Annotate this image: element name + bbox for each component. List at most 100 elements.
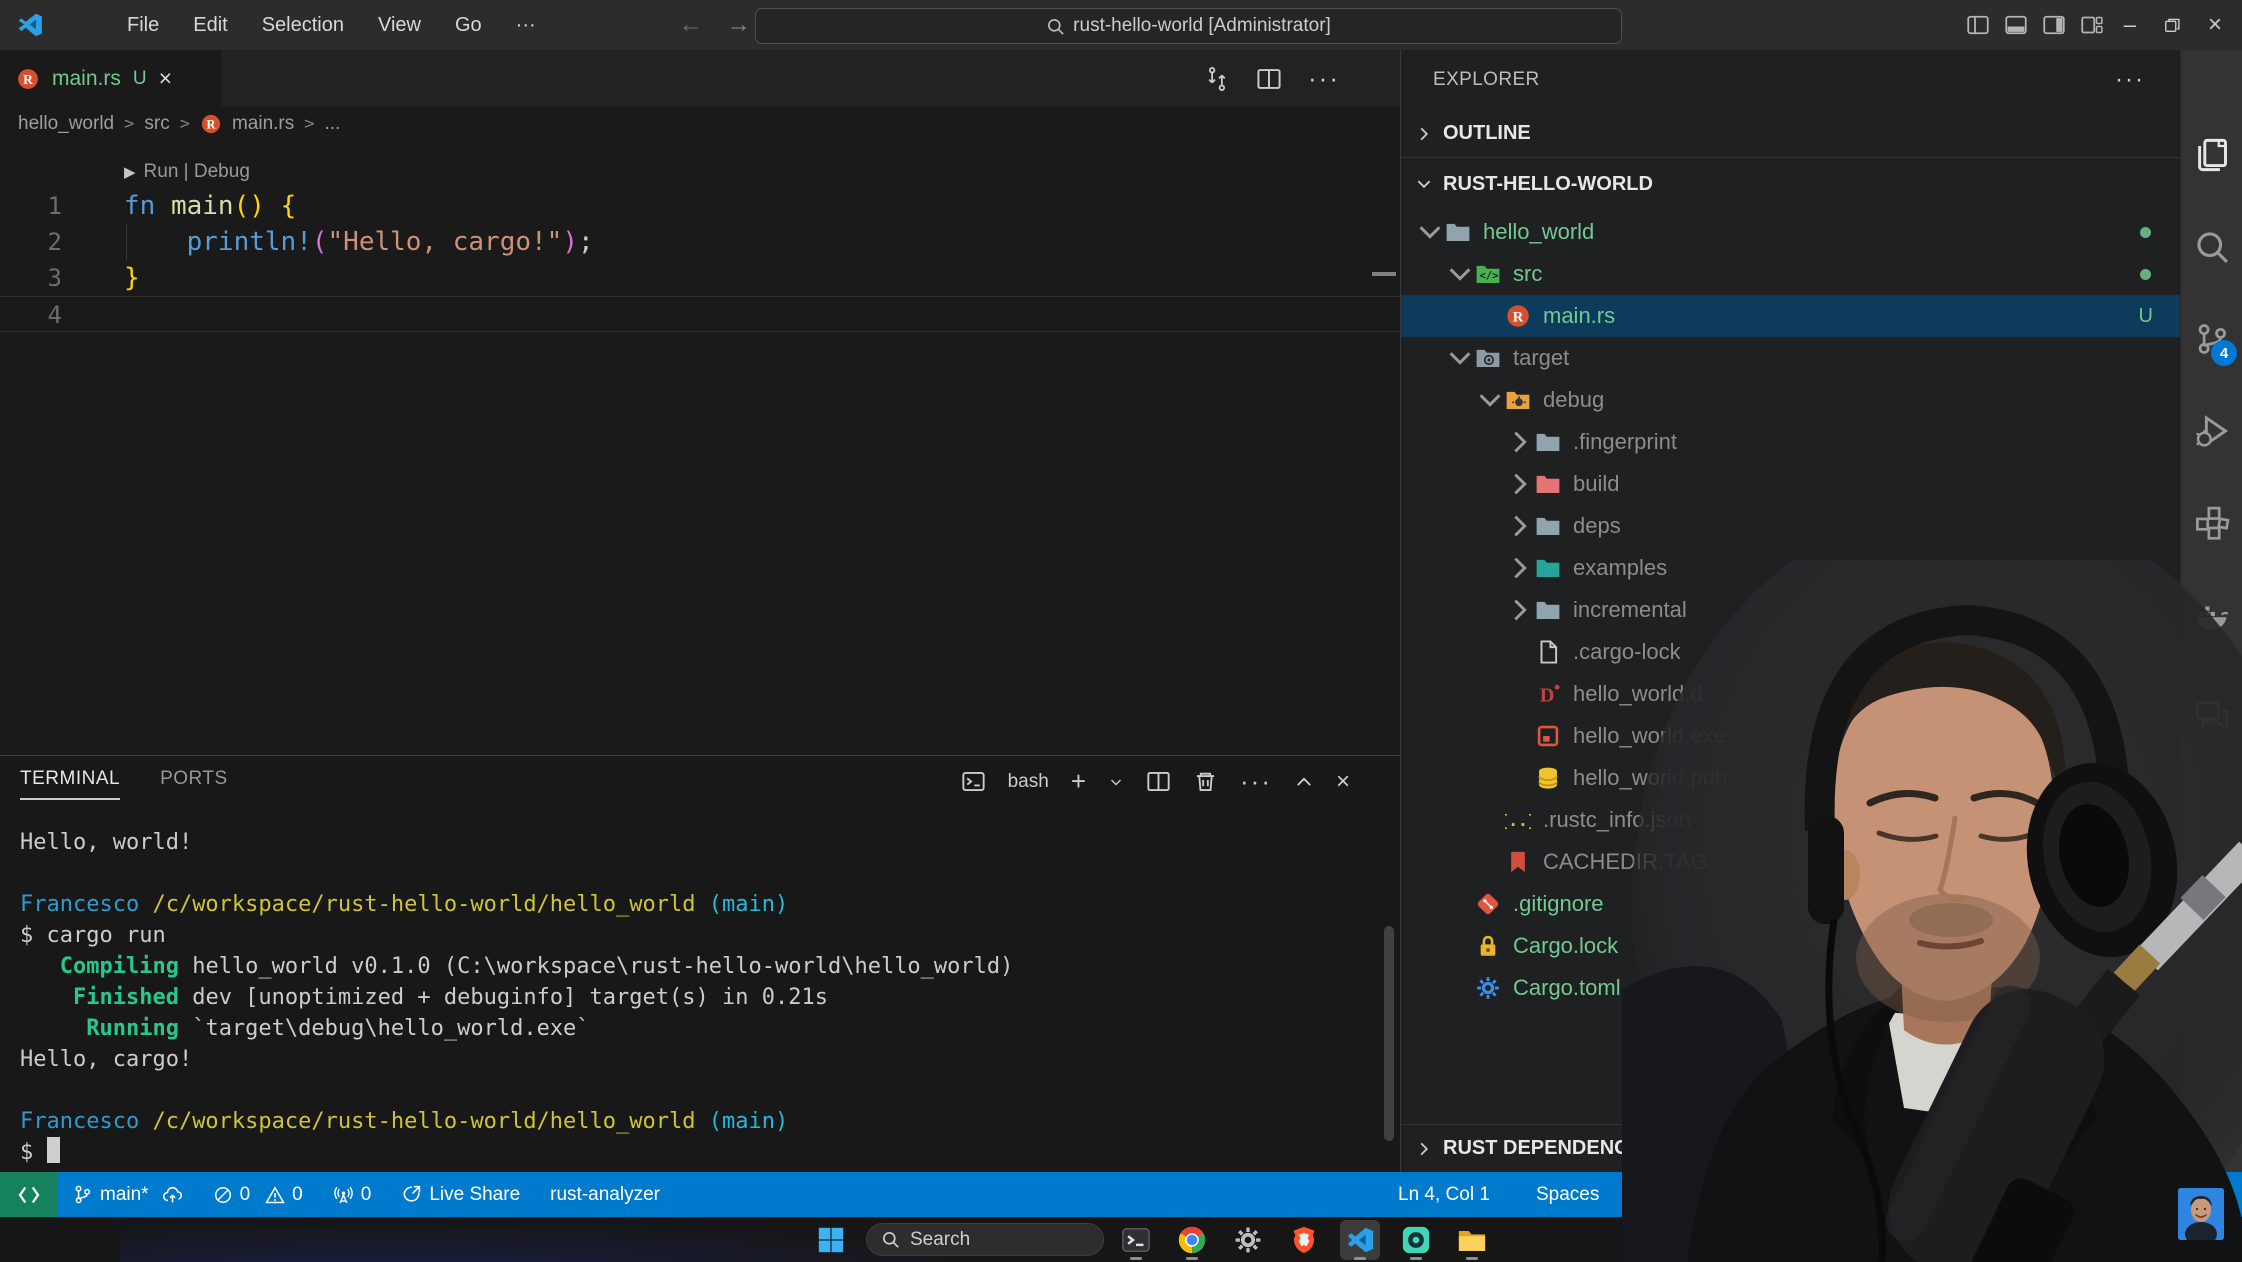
code-line-4[interactable]: 4 [0, 296, 1400, 332]
ports-indicator[interactable]: 0 [333, 1184, 371, 1206]
tree-item--gitignore[interactable]: .gitignore [1401, 883, 2181, 925]
tab-close-icon[interactable]: × [159, 65, 172, 92]
activity-search[interactable] [2181, 212, 2242, 282]
windows-start-button[interactable] [816, 1225, 846, 1255]
remote-indicator[interactable] [0, 1172, 57, 1217]
explorer-more-icon[interactable]: ··· [2115, 66, 2145, 94]
menu-file[interactable]: File [114, 10, 172, 41]
activity-files[interactable] [2181, 120, 2242, 190]
split-editor-icon[interactable] [1256, 66, 1282, 92]
close-button[interactable]: × [2202, 11, 2228, 39]
tree-item-label: Cargo.lock [1513, 933, 1619, 958]
nav-back-arrow[interactable]: ← [667, 11, 715, 39]
kill-terminal-icon[interactable] [1193, 769, 1218, 794]
tab-main-rs[interactable]: R main.rs U × [0, 50, 221, 107]
tree-item-hello-world[interactable]: hello_world [1401, 211, 2181, 253]
restore-button[interactable] [2156, 15, 2188, 35]
codelens-run-debug[interactable]: ▶ Run | Debug [124, 156, 250, 188]
minimize-button[interactable]: – [2118, 12, 2142, 38]
open-changes-icon[interactable] [1204, 66, 1230, 92]
tree-item-build[interactable]: build [1401, 463, 2181, 505]
tree-item-target[interactable]: target [1401, 337, 2181, 379]
activity-extensions[interactable] [2181, 488, 2242, 558]
new-terminal-icon[interactable]: + [1071, 766, 1086, 797]
code-line-3[interactable]: 3} [0, 260, 1400, 296]
taskbar-obs[interactable] [1396, 1220, 1436, 1260]
tree-item-hello-world-pdb[interactable]: hello_world.pdb [1401, 757, 2181, 799]
tree-item-label: hello_world.pdb [1573, 765, 1728, 790]
more-actions-icon[interactable]: ··· [1308, 63, 1340, 94]
live-share-button[interactable]: Live Share [401, 1184, 520, 1206]
tree-item-label: hello_world [1483, 219, 1595, 244]
breadcrumb[interactable]: hello_world > src > Rmain.rs >... [0, 107, 1400, 141]
taskbar-chrome[interactable] [1172, 1220, 1212, 1260]
rust-dependencies-section[interactable]: RUST DEPENDENCI [1401, 1124, 2181, 1172]
tree-item-deps[interactable]: deps [1401, 505, 2181, 547]
outline-section[interactable]: OUTLINE [1401, 110, 2181, 158]
panel-tab-ports[interactable]: PORTS [160, 768, 228, 800]
running-indicator [1410, 1256, 1422, 1260]
taskbar-brave[interactable] [1284, 1220, 1324, 1260]
rust-analyzer-status[interactable]: rust-analyzer [550, 1184, 660, 1206]
close-panel-icon[interactable]: × [1336, 768, 1350, 796]
toggle-sidebar-icon[interactable] [1966, 13, 1990, 37]
activity-source-control[interactable]: 4 [2181, 304, 2242, 374]
activity-comments[interactable] [2181, 681, 2242, 751]
indent-setting[interactable]: Spaces [1536, 1172, 1599, 1217]
tree-item-cachedir-tag[interactable]: CACHEDIR.TAG [1401, 841, 2181, 883]
terminal-scrollbar[interactable] [1384, 926, 1394, 1141]
tree-item-debug[interactable]: debug [1401, 379, 2181, 421]
breadcrumb-item-mainrs[interactable]: main.rs [232, 113, 294, 135]
code-editor[interactable]: ▶ Run | Debug 1 fn main() {2 println!("He… [0, 141, 1400, 755]
taskbar-search[interactable]: Search [866, 1223, 1104, 1256]
branch-indicator[interactable]: main* [72, 1184, 183, 1206]
tree-item--cargo-lock[interactable]: .cargo-lock [1401, 631, 2181, 673]
customize-layout-icon[interactable] [2080, 13, 2104, 37]
tree-item-label: target [1513, 345, 1570, 370]
menu-go[interactable]: Go [442, 10, 495, 41]
maximize-panel-icon[interactable] [1294, 772, 1314, 792]
tree-item-cargo-lock[interactable]: Cargo.lock [1401, 925, 2181, 967]
command-center-search[interactable]: rust-hello-world [Administrator] [755, 8, 1622, 44]
taskbar-settings[interactable] [1228, 1220, 1268, 1260]
taskbar-file-explorer[interactable] [1452, 1220, 1492, 1260]
chevron-down-icon [1445, 259, 1475, 289]
line-number: 4 [47, 301, 62, 329]
toggle-panel-icon[interactable] [2004, 13, 2028, 37]
code-line-1[interactable]: 1 fn main() { [0, 188, 1400, 224]
project-section-header[interactable]: RUST-HELLO-WORLD [1401, 158, 2181, 210]
split-terminal-icon[interactable] [1146, 769, 1171, 794]
panel-more-icon[interactable]: ··· [1240, 766, 1272, 797]
toggle-secondary-sidebar-icon[interactable] [2042, 13, 2066, 37]
breadcrumb-item-src[interactable]: src [144, 113, 169, 135]
tree-item-examples[interactable]: examples [1401, 547, 2181, 589]
panel-tab-terminal[interactable]: TERMINAL [20, 768, 121, 800]
tree-item-hello-world-exe[interactable]: hello_world.exe [1401, 715, 2181, 757]
tree-item-cargo-toml[interactable]: Cargo.toml [1401, 967, 2181, 1009]
problems-indicator[interactable]: 0 0 [213, 1184, 303, 1206]
git-status-badge: U [2138, 304, 2153, 327]
tree-item--fingerprint[interactable]: .fingerprint [1401, 421, 2181, 463]
breadcrumb-item-helloworld[interactable]: hello_world [18, 113, 114, 135]
tree-item--rustc-info-json[interactable]: {..} .rustc_info.json [1401, 799, 2181, 841]
menu-view[interactable]: View [365, 10, 434, 41]
screen: File Edit Selection View Go ··· ← → rust-hell… [0, 0, 2242, 1262]
breadcrumb-item-[interactable]: ... [325, 113, 341, 135]
menu-[interactable]: ··· [503, 10, 549, 41]
menu-selection[interactable]: Selection [249, 10, 357, 41]
tree-item-incremental[interactable]: incremental [1401, 589, 2181, 631]
tree-item-hello-world-d[interactable]: Dhello_world.d [1401, 673, 2181, 715]
activity-docker[interactable] [2181, 580, 2242, 650]
menu-edit[interactable]: Edit [180, 10, 240, 41]
terminal-line-7: Hello, cargo! [20, 1047, 193, 1072]
activity-run-debug[interactable] [2181, 396, 2242, 466]
code-line-2[interactable]: 2 println!("Hello, cargo!"); [0, 224, 1400, 260]
shell-label[interactable]: bash [1008, 771, 1049, 793]
taskbar-terminal-app[interactable] [1116, 1220, 1156, 1260]
cursor-position[interactable]: Ln 4, Col 1 [1398, 1172, 1490, 1217]
tree-item-main-rs[interactable]: Rmain.rs U [1401, 295, 2181, 337]
tree-item-src[interactable]: </> src [1401, 253, 2181, 295]
terminal-output[interactable]: Hello, world! Francesco /c/workspace/rust… [20, 827, 1013, 1168]
taskbar-vscode[interactable] [1340, 1219, 1380, 1260]
terminal-dropdown-icon[interactable] [1108, 774, 1124, 790]
